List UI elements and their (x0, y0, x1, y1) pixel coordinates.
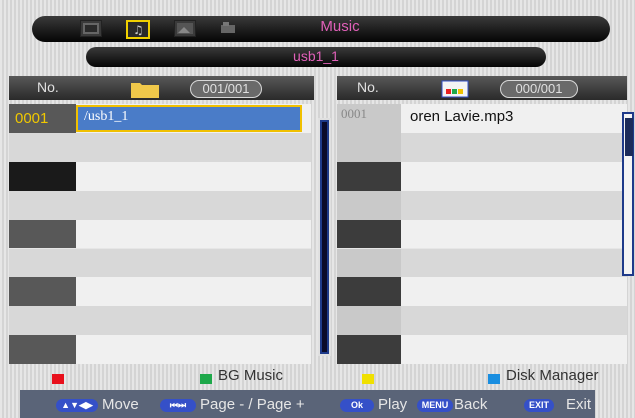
ok-key-icon: Ok (340, 399, 374, 412)
folder-icon (130, 79, 160, 99)
folder-name: /usb1_1 (84, 109, 129, 124)
left-no-label: No. (37, 79, 59, 95)
play-label: Play (378, 396, 408, 413)
photo-icon[interactable] (174, 20, 196, 37)
right-row-number: 0001 (341, 106, 367, 121)
green-key-icon (200, 374, 212, 384)
menu-key-icon: MENU (417, 399, 453, 412)
file-name[interactable]: oren Lavie.mp3 (410, 108, 513, 125)
current-path: usb1_1 (293, 48, 339, 64)
file-list[interactable] (337, 104, 627, 365)
disk-manager-label[interactable]: Disk Manager (506, 367, 599, 384)
right-scrollbar-thumb[interactable] (625, 118, 633, 156)
right-list-header (337, 76, 627, 100)
bg-music-label[interactable]: BG Music (218, 367, 283, 384)
page-title: Music (320, 18, 360, 35)
usb-drive-icon (441, 80, 469, 98)
move-label: Move (102, 396, 139, 413)
left-scrollbar-track (322, 122, 327, 352)
exit-label: Exit (566, 396, 592, 413)
exit-key-icon: EXIT (524, 399, 554, 412)
yellow-key-icon (362, 374, 374, 384)
film-icon[interactable] (80, 20, 102, 37)
blue-key-icon (488, 374, 500, 384)
right-counter: 000/001 (500, 80, 578, 98)
left-counter: 001/001 (190, 80, 262, 98)
svg-text:♫: ♫ (133, 23, 144, 37)
folder-list[interactable] (9, 104, 311, 365)
left-row-number: 0001 (15, 110, 49, 127)
red-key-icon (52, 374, 64, 384)
arrow-keys-icon: ▲▼◀▶ (56, 399, 98, 412)
back-label: Back (454, 396, 488, 413)
right-no-label: No. (357, 79, 379, 95)
page-label: Page - / Page + (200, 396, 305, 413)
music-note-icon[interactable]: ♫ (126, 20, 150, 39)
text-icon[interactable] (218, 20, 238, 35)
page-keys-icon: ⏮⏭ (160, 399, 196, 412)
